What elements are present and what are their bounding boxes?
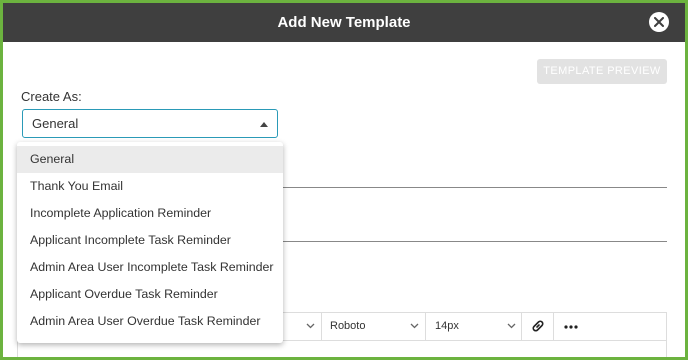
chevron-down-icon xyxy=(507,323,516,329)
close-glyph xyxy=(654,17,664,27)
editor-body[interactable] xyxy=(17,341,667,357)
insert-link-button[interactable] xyxy=(522,313,554,340)
dropdown-option[interactable]: Incomplete Application Reminder xyxy=(17,200,283,227)
dropdown-option[interactable]: Thank You Email xyxy=(17,173,283,200)
close-icon[interactable] xyxy=(649,12,669,32)
dropdown-option[interactable]: Admin Area User Overdue Task Reminder xyxy=(17,308,283,335)
template-preview-button[interactable]: TEMPLATE PREVIEW xyxy=(537,59,667,84)
chevron-down-icon xyxy=(410,323,419,329)
font-family-value: Roboto xyxy=(330,320,366,332)
create-as-dropdown-menu: General Thank You Email Incomplete Appli… xyxy=(17,142,283,343)
more-icon xyxy=(564,325,578,329)
link-icon xyxy=(532,320,544,332)
chevron-down-icon xyxy=(306,323,315,329)
dropdown-option[interactable]: Admin Area User Incomplete Task Reminder xyxy=(17,254,283,281)
toolbar-dropdown[interactable] xyxy=(284,313,322,340)
more-options-button[interactable] xyxy=(554,313,588,340)
dialog: Add New Template TEMPLATE PREVIEW Create… xyxy=(3,3,685,357)
dropdown-option[interactable]: Applicant Overdue Task Reminder xyxy=(17,281,283,308)
font-size-select[interactable]: 14px xyxy=(426,313,522,340)
field-underline xyxy=(283,187,667,188)
create-as-selected-value: General xyxy=(32,116,79,131)
create-as-select[interactable]: General xyxy=(22,109,278,138)
font-family-select[interactable]: Roboto xyxy=(322,313,426,340)
field-underline xyxy=(283,241,667,242)
caret-up-icon xyxy=(260,122,268,127)
dialog-titlebar: Add New Template xyxy=(3,3,685,42)
dialog-title: Add New Template xyxy=(277,14,411,31)
dropdown-option[interactable]: Applicant Incomplete Task Reminder xyxy=(17,227,283,254)
font-size-value: 14px xyxy=(435,320,459,332)
create-as-label: Create As: xyxy=(21,89,82,104)
dropdown-option[interactable]: General xyxy=(17,146,283,173)
